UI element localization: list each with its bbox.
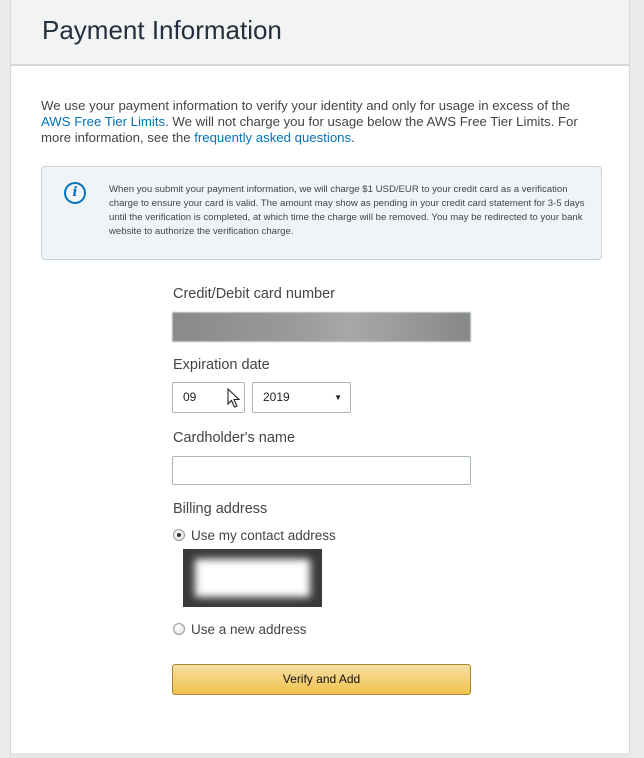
intro-text-part1: We use your payment information to verif…	[41, 98, 570, 113]
use-new-address-label: Use a new address	[191, 622, 307, 637]
use-new-address-option[interactable]: Use a new address	[173, 622, 307, 637]
card-number-input[interactable]	[172, 312, 471, 342]
payment-panel: We use your payment information to verif…	[10, 66, 631, 758]
faq-link[interactable]: frequently asked questions	[194, 130, 351, 145]
use-contact-address-label: Use my contact address	[191, 528, 336, 543]
expiration-month-value: 09	[183, 390, 197, 404]
cardholder-name-input[interactable]	[172, 456, 471, 485]
panel-bottom-divider	[11, 753, 631, 758]
contact-address-redacted	[183, 549, 322, 607]
payment-page: Payment Information We use your payment …	[0, 0, 644, 758]
chevron-down-icon: ▼	[334, 393, 342, 402]
page-title: Payment Information	[42, 15, 282, 45]
expiration-year-value: 2019	[263, 390, 290, 404]
mouse-cursor-icon	[227, 388, 241, 408]
use-contact-address-option[interactable]: Use my contact address	[173, 528, 336, 543]
radio-unchecked-icon[interactable]	[173, 623, 185, 636]
intro-text-part3: .	[351, 130, 355, 145]
info-icon: i	[64, 182, 86, 204]
aws-free-tier-limits-link[interactable]: AWS Free Tier Limits	[41, 114, 165, 129]
verification-info-box: i When you submit your payment informati…	[41, 166, 602, 260]
expiration-year-select[interactable]: 2019 ▼	[252, 382, 351, 413]
intro-text: We use your payment information to verif…	[41, 98, 601, 146]
page-header: Payment Information	[10, 0, 630, 66]
verify-and-add-button[interactable]: Verify and Add	[172, 664, 471, 695]
billing-address-label: Billing address	[173, 501, 268, 517]
card-number-label: Credit/Debit card number	[173, 286, 335, 302]
radio-checked-icon[interactable]	[173, 529, 185, 542]
verification-info-text: When you submit your payment information…	[109, 184, 585, 237]
expiration-date-label: Expiration date	[173, 357, 270, 373]
cardholder-name-label: Cardholder's name	[173, 430, 296, 446]
